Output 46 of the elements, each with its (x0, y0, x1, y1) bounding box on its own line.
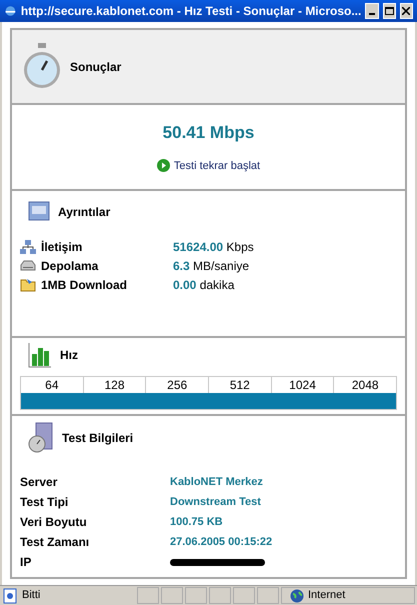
info-label: Test Zamanı (20, 534, 90, 551)
info-value: KabloNET Merkez (170, 474, 263, 490)
status-pane (137, 587, 159, 604)
info-label: Server (20, 474, 58, 491)
play-icon (156, 159, 170, 172)
minimize-button[interactable] (365, 3, 379, 19)
restart-test-link[interactable]: Testi tekrar başlat (156, 158, 260, 174)
status-pane (209, 587, 231, 604)
detail-label: 1MB Download (41, 276, 128, 294)
folder-icon (20, 277, 36, 292)
close-button[interactable] (400, 3, 413, 19)
info-value: Downstream Test (170, 494, 261, 510)
info-label: Veri Boyutu (20, 514, 88, 531)
disk-drive-icon (20, 260, 36, 272)
status-pane (233, 587, 255, 604)
server-stopwatch-icon (28, 422, 54, 454)
speed-result: 50.41 Mbps (162, 122, 254, 144)
stopwatch-icon (22, 42, 62, 90)
info-label: Test Tipi (20, 494, 70, 511)
close-icon (402, 7, 410, 15)
scale-label: 64 (44, 377, 60, 393)
detail-value: 0.00 dakika (173, 276, 234, 294)
section-title: Hız (60, 347, 78, 364)
window-icon (28, 201, 50, 223)
globe-icon (290, 588, 304, 602)
info-value: 100.75 KB (170, 514, 223, 530)
status-text: Bitti (22, 588, 40, 604)
status-pane (257, 587, 279, 604)
info-value: 27.06.2005 00:15:22 (170, 534, 272, 550)
zone-text: Internet (308, 588, 346, 604)
detail-value: 6.3 MB/saniye (173, 258, 250, 274)
window-title: http://secure.kablonet.com - Hız Testi - Sonuçlar - Microso... (20, 3, 362, 20)
section-title: Test Bilgileri (62, 430, 134, 447)
detail-label: İletişim (41, 238, 84, 256)
detail-value: 51624.00 Kbps (173, 238, 254, 256)
browser-icon (4, 3, 17, 19)
info-label: IP (20, 554, 32, 571)
status-pane (161, 587, 183, 604)
page-icon (2, 588, 18, 604)
detail-label: Depolama (41, 258, 100, 274)
network-icon (20, 238, 36, 254)
section-title: Sonuçlar (70, 58, 122, 76)
bar-chart-icon (28, 342, 52, 368)
status-pane (185, 587, 207, 604)
section-title: Ayrıntılar (58, 204, 110, 221)
maximize-button[interactable] (382, 3, 396, 19)
